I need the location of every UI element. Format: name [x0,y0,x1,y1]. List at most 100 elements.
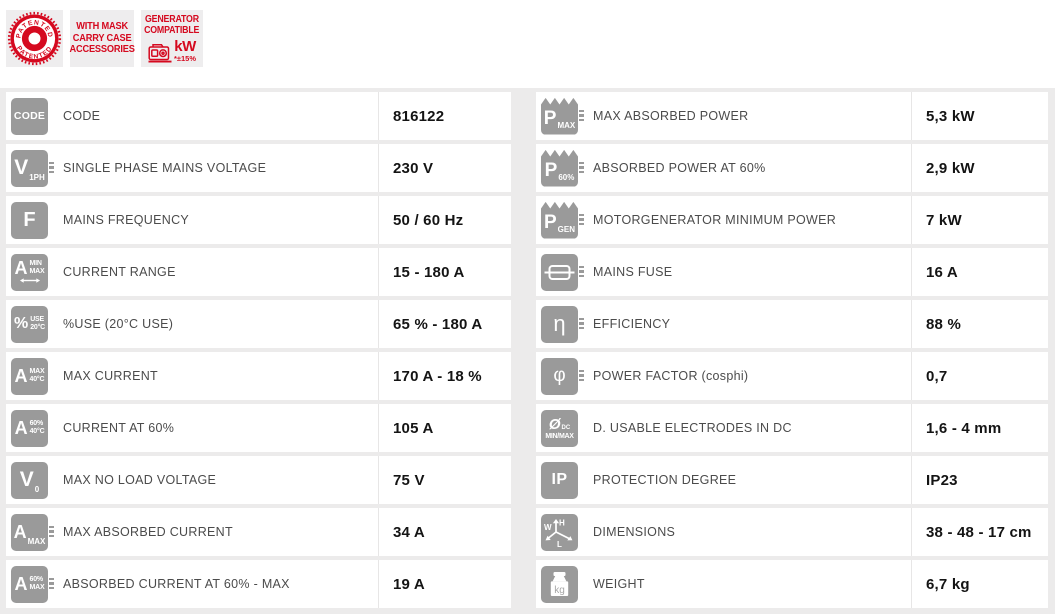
spec-row-current-60: A60%40°C CURRENT AT 60% 105 A [6,404,511,452]
spec-value: 170 A - 18 % [378,352,511,400]
spec-label: D. USABLE ELECTRODES IN DC [593,421,911,435]
spec-label: MAX NO LOAD VOLTAGE [63,473,378,487]
spec-label: %USE (20°C USE) [63,317,378,331]
electrode-diameter-icon: ØDC MIN/MAX [541,410,578,447]
spec-row-max-current: AMAX40°C MAX CURRENT 170 A - 18 % [6,352,511,400]
mains-fuse-icon [541,254,578,291]
duty-cycle-icon: %USE20°C [11,306,48,343]
current-range-icon: AMINMAX [11,254,48,291]
spec-label: MAX ABSORBED CURRENT [63,525,378,539]
spec-row-generator-min-power: PGEN MOTORGENERATOR MINIMUM POWER 7 kW [536,196,1048,244]
plug-prongs-icon [579,318,584,330]
generator-icon [148,42,173,63]
plug-prongs-icon [579,162,584,174]
generator-compatible-line2: COMPATIBLE [144,26,199,37]
mains-frequency-icon: F [11,202,48,239]
badge-generator-compatible: GENERATOR COMPATIBLE kW *±15% [141,10,203,67]
svg-text:kg: kg [554,585,565,596]
no-load-voltage-icon: V0 [11,462,48,499]
absorbed-current-60-icon: A60%MAX [11,566,48,603]
absorbed-power-60-icon: P60% [541,150,578,187]
spec-label: MAINS FREQUENCY [63,213,378,227]
spec-label: ABSORBED CURRENT AT 60% - MAX [63,577,378,591]
spec-tables: CODE CODE 816122 V1PH SINGLE PHASE MAINS… [0,88,1055,614]
spec-label: ABSORBED POWER AT 60% [593,161,911,175]
spec-row-protection-degree: IP PROTECTION DEGREE IP23 [536,456,1048,504]
spec-value: 34 A [378,508,511,556]
spec-label: CODE [63,109,378,123]
plug-prongs-icon [579,110,584,122]
spec-row-no-load-voltage: V0 MAX NO LOAD VOLTAGE 75 V [6,456,511,504]
spec-row-efficiency: η EFFICIENCY 88 % [536,300,1048,348]
plug-prongs-icon [579,214,584,226]
spec-value: 75 V [378,456,511,504]
spec-label: MAINS FUSE [593,265,911,279]
spec-row-frequency: F MAINS FREQUENCY 50 / 60 Hz [6,196,511,244]
plug-prongs-icon [49,162,54,174]
kw-label: kW [174,39,196,54]
spec-row-absorbed-current-60: A60%MAX ABSORBED CURRENT AT 60% - MAX 19… [6,560,511,608]
power-factor-icon: φ [541,358,578,395]
spec-value: 230 V [378,144,511,192]
spec-row-current-range: AMINMAX CURRENT RANGE 15 - 180 A [6,248,511,296]
spec-row-mains-voltage: V1PH SINGLE PHASE MAINS VOLTAGE 230 V [6,144,511,192]
spec-column-left: CODE CODE 816122 V1PH SINGLE PHASE MAINS… [6,92,511,614]
patented-stamp-icon: PATENTED PATENTED [6,10,63,67]
spec-row-max-absorbed-current: AMAX MAX ABSORBED CURRENT 34 A [6,508,511,556]
spec-value: 38 - 48 - 17 cm [911,508,1048,556]
spec-value: 105 A [378,404,511,452]
badge-accessories: WITH MASK CARRY CASE ACCESSORIES [70,10,134,67]
spec-row-code: CODE CODE 816122 [6,92,511,140]
spec-label: MAX CURRENT [63,369,378,383]
spec-value: 50 / 60 Hz [378,196,511,244]
current-60-icon: A60%40°C [11,410,48,447]
spec-label: EFFICIENCY [593,317,911,331]
spec-label: CURRENT AT 60% [63,421,378,435]
spec-value: 5,3 kW [911,92,1048,140]
spec-value: 88 % [911,300,1048,348]
accessories-text: WITH MASK CARRY CASE ACCESSORIES [69,21,134,57]
spec-row-absorbed-power-60: P60% ABSORBED POWER AT 60% 2,9 kW [536,144,1048,192]
spec-value: 816122 [378,92,511,140]
spec-label: PROTECTION DEGREE [593,473,911,487]
max-absorbed-current-icon: AMAX [11,514,48,551]
spec-row-duty-cycle: %USE20°C %USE (20°C USE) 65 % - 180 A [6,300,511,348]
plug-prongs-icon [579,266,584,278]
svg-text:H: H [559,518,565,527]
spec-value: IP23 [911,456,1048,504]
spec-row-weight: kg WEIGHT 6,7 kg [536,560,1048,608]
spec-value: 16 A [911,248,1048,296]
generator-min-power-icon: PGEN [541,202,578,239]
spec-value: 19 A [378,560,511,608]
badge-patented: PATENTED PATENTED [6,10,63,67]
spec-label: SINGLE PHASE MAINS VOLTAGE [63,161,378,175]
spec-label: CURRENT RANGE [63,265,378,279]
dimensions-icon: W H L [541,514,578,551]
plug-prongs-icon [49,578,54,590]
spec-value: 15 - 180 A [378,248,511,296]
weight-icon: kg [541,566,578,603]
tolerance-label: *±15% [174,55,196,63]
spec-value: 0,7 [911,352,1048,400]
spec-label: POWER FACTOR (cosphi) [593,369,911,383]
max-absorbed-power-icon: PMAX [541,98,578,135]
spec-label: WEIGHT [593,577,911,591]
spec-label: MAX ABSORBED POWER [593,109,911,123]
code-icon: CODE [11,98,48,135]
spec-row-dimensions: W H L DIMENSIONS 38 - 48 - 17 cm [536,508,1048,556]
badge-strip: PATENTED PATENTED WITH MASK CARRY CASE A… [6,10,203,67]
svg-text:W: W [544,523,552,532]
spec-value: 7 kW [911,196,1048,244]
spec-row-electrodes: ØDC MIN/MAX D. USABLE ELECTRODES IN DC 1… [536,404,1048,452]
single-phase-voltage-icon: V1PH [11,150,48,187]
plug-prongs-icon [579,370,584,382]
spec-value: 1,6 - 4 mm [911,404,1048,452]
spec-value: 2,9 kW [911,144,1048,192]
min-max-arrow-icon [19,277,41,284]
spec-label: DIMENSIONS [593,525,911,539]
spec-row-power-factor: φ POWER FACTOR (cosphi) 0,7 [536,352,1048,400]
spec-label: MOTORGENERATOR MINIMUM POWER [593,213,911,227]
max-current-icon: AMAX40°C [11,358,48,395]
svg-text:L: L [557,540,562,549]
plug-prongs-icon [49,526,54,538]
